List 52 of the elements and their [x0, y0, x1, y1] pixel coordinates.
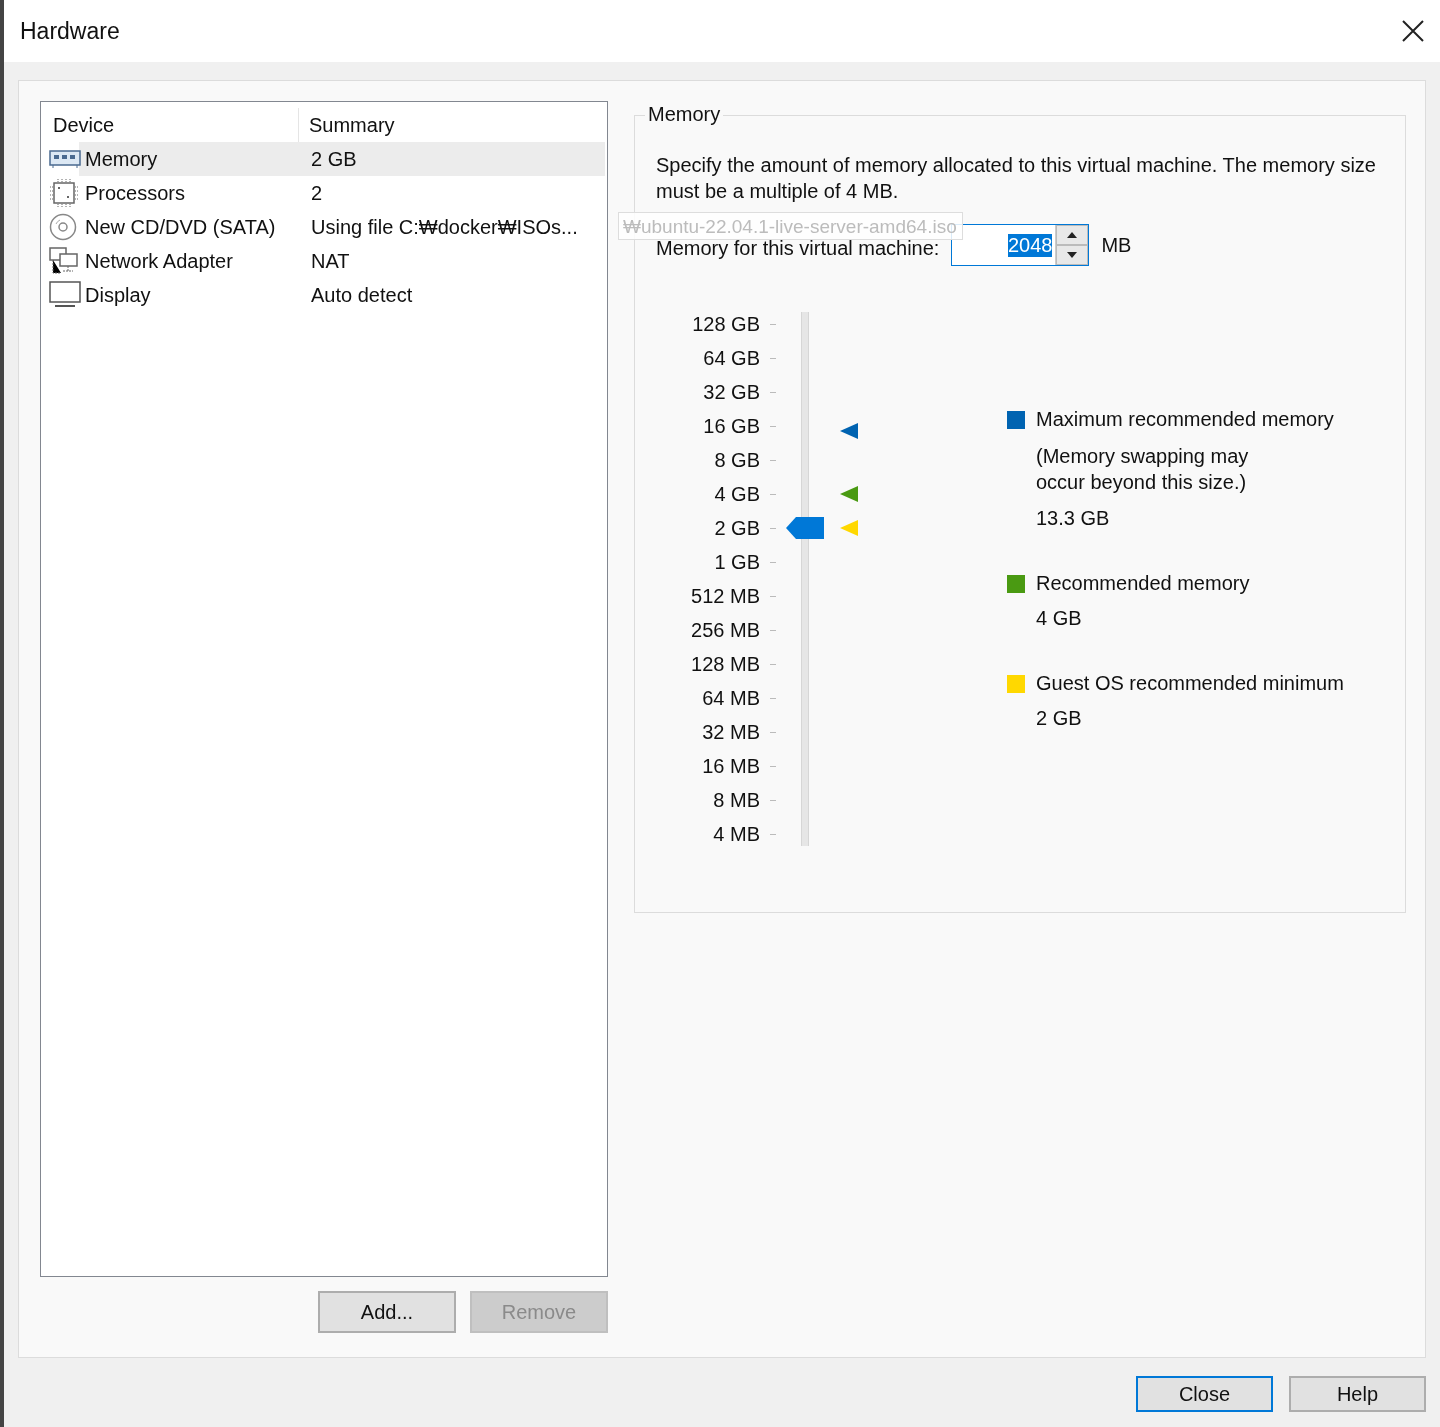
close-dialog-button[interactable]: Close: [1136, 1376, 1273, 1412]
legend-label: Maximum recommended memory: [1036, 408, 1334, 431]
memory-icon: [49, 149, 81, 169]
legend-label: Guest OS recommended minimum: [1036, 672, 1344, 695]
scale-label: 32 MB: [702, 720, 760, 744]
chip-icon: [49, 178, 79, 208]
slider-thumb[interactable]: [786, 517, 824, 539]
scale-label: 64 GB: [703, 346, 760, 370]
device-name: Processors: [85, 181, 187, 205]
scale-label: 32 GB: [703, 380, 760, 404]
device-row[interactable]: Network Adapter NAT: [43, 244, 605, 278]
legend-value: 13.3 GB: [1036, 507, 1111, 530]
device-row[interactable]: Display Auto detect: [43, 278, 605, 312]
scale-label: 4 GB: [714, 482, 760, 506]
monitor-icon: [49, 281, 81, 309]
scale-label: 2 GB: [714, 516, 760, 540]
legend-label: Recommended memory: [1036, 572, 1250, 595]
legend-value: 4 GB: [1036, 607, 1083, 630]
disc-icon: [49, 213, 77, 241]
device-row[interactable]: New CD/DVD (SATA) Using file C:₩docker₩ISOs...: [43, 210, 605, 244]
legend-value: 2 GB: [1036, 707, 1083, 730]
device-summary: Using file C:₩docker₩ISOs...: [310, 215, 579, 239]
scale-label: 16 MB: [702, 754, 760, 778]
window-title: Hardware: [20, 17, 120, 45]
description-text: Specify the amount of memory allocated to this virtual machine. The memory size must be a multiple of 4 MB.: [656, 153, 1377, 204]
device-summary: NAT: [310, 249, 351, 273]
device-summary: 2 GB: [310, 147, 358, 171]
scale-label: 16 GB: [703, 414, 760, 438]
column-header[interactable]: Device: [43, 108, 299, 142]
scale-label: 256 MB: [691, 618, 760, 642]
device-row[interactable]: Processors 2: [43, 176, 605, 210]
unit-label: MB: [1101, 233, 1132, 257]
help-button[interactable]: Help: [1289, 1376, 1426, 1412]
scale-label: 4 MB: [713, 822, 760, 846]
device-name: Memory: [85, 147, 159, 171]
scale-label: 8 MB: [713, 788, 760, 812]
column-header[interactable]: Summary: [299, 108, 605, 142]
scale-label: 512 MB: [691, 584, 760, 608]
device-name: New CD/DVD (SATA): [85, 215, 277, 239]
add-button[interactable]: Add...: [318, 1291, 456, 1333]
scale-label: 128 GB: [692, 312, 760, 336]
device-summary: 2: [310, 181, 324, 205]
network-icon: [49, 247, 79, 275]
tooltip: ₩ubuntu-22.04.1-live-server-amd64.iso: [618, 212, 963, 240]
device-name: Network Adapter: [85, 249, 234, 273]
scale-label: 8 GB: [714, 448, 760, 472]
scale-label: 1 GB: [714, 550, 760, 574]
scale-label: 128 MB: [691, 652, 760, 676]
scale-label: 64 MB: [702, 686, 760, 710]
device-summary: Auto detect: [310, 283, 414, 307]
device-name: Display: [85, 283, 152, 307]
legend-note: (Memory swapping may occur beyond this size.): [1036, 444, 1250, 495]
